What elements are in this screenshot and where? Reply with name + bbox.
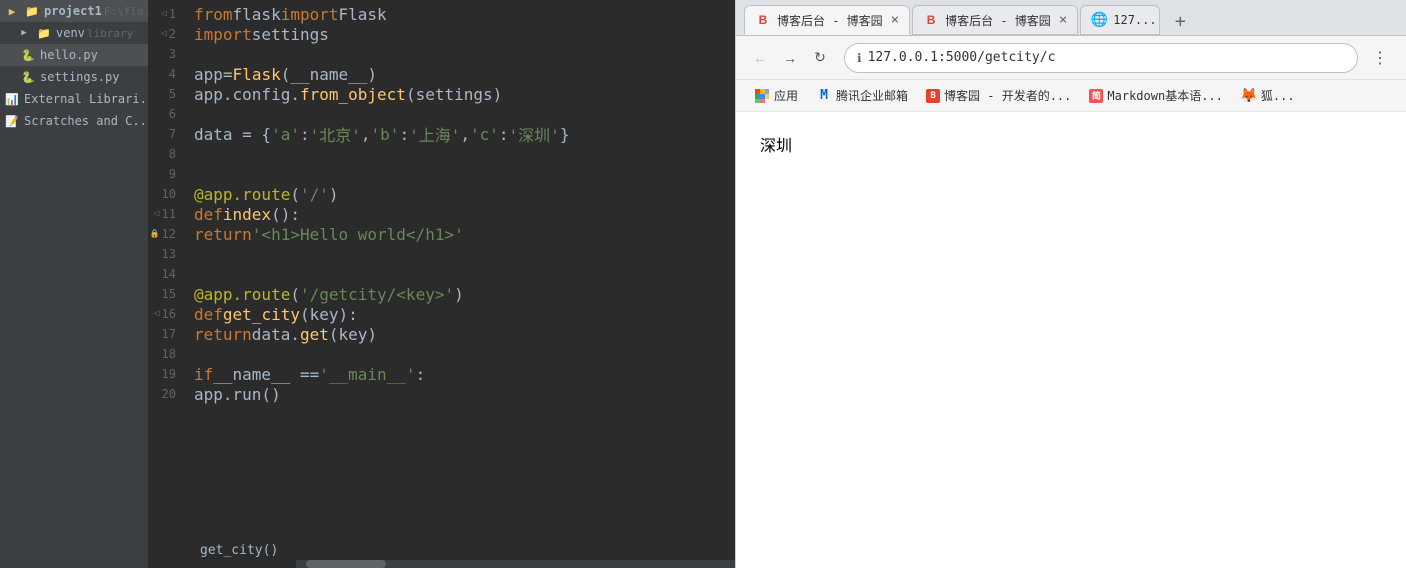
tab-3-favicon: 🌐 [1091, 12, 1107, 28]
tab-2-label: 博客后台 - 博客园 [945, 12, 1051, 29]
code-line-4: app = Flask(__name__) [194, 64, 735, 84]
bookmark-markdown[interactable]: 简 Markdown基本语... [1081, 84, 1230, 107]
code-line-11: def index(): [194, 204, 735, 224]
venv-label: venv [56, 26, 85, 40]
project-path: F:\fla... [104, 5, 148, 18]
code-lines: from flask import Flask import settings … [190, 0, 735, 568]
editor-area[interactable]: ◁1 ◁2 3 4 5 6 7 8 9 10 ◁11 🔒12 13 [148, 0, 735, 568]
code-line-18 [194, 344, 735, 364]
scrollbar-thumb[interactable] [306, 560, 386, 568]
ide-scrollbar[interactable] [296, 560, 735, 568]
venv-sub: library [87, 27, 133, 40]
fox-icon: 🦊 [1241, 88, 1257, 104]
hello-py-label: hello.py [40, 48, 98, 62]
forward-button[interactable]: → [776, 44, 804, 72]
menu-button[interactable]: ⋮ [1366, 44, 1394, 72]
code-line-5: app.config.from_object(settings) [194, 84, 735, 104]
lightbulb-icon: 💡 [190, 327, 191, 341]
bookmark-fox-label: 狐... [1261, 87, 1295, 104]
scratches-icon: 📝 [4, 113, 20, 129]
code-line-17: 💡 return data.get(key) [194, 324, 735, 344]
new-tab-button[interactable]: + [1166, 7, 1194, 35]
sidebar-item-settings-py[interactable]: 🐍 settings.py [0, 66, 148, 88]
sidebar-item-project[interactable]: ▶ 📁 project1 F:\fla... [0, 0, 148, 22]
sidebar-item-venv[interactable]: ▶ 📁 venv library [0, 22, 148, 44]
tab-1-close[interactable]: × [883, 12, 899, 28]
folder-icon: ▶ [4, 3, 20, 19]
bookmark-cnblogs-label: 博客园 - 开发者的... [944, 87, 1071, 104]
tab-2-favicon: B [923, 12, 939, 28]
code-line-7: data = {'a': '北京', 'b': '上海', 'c': '深圳'} [194, 124, 735, 144]
browser-toolbar: ← → ↻ ℹ 127.0.0.1:5000/getcity/c ⋮ [736, 36, 1406, 80]
browser-tab-2[interactable]: B 博客后台 - 博客园 × [912, 5, 1078, 35]
code-line-6 [194, 104, 735, 124]
bookmark-apps-label: 应用 [774, 87, 798, 104]
tab-1-label: 博客后台 - 博客园 [777, 12, 883, 29]
sidebar-item-hello-py[interactable]: 🐍 hello.py [0, 44, 148, 66]
code-line-14 [194, 264, 735, 284]
project-label: project1 [44, 4, 102, 18]
settings-file-icon: 🐍 [20, 69, 36, 85]
sidebar-item-ext-libs[interactable]: 📊 External Librari... [0, 88, 148, 110]
code-line-1: from flask import Flask [194, 4, 735, 24]
bookmark-markdown-label: Markdown基本语... [1107, 87, 1222, 104]
address-text: 127.0.0.1:5000/getcity/c [868, 50, 1056, 65]
browser-tab-1[interactable]: B 博客后台 - 博客园 × [744, 5, 910, 35]
address-bar[interactable]: ℹ 127.0.0.1:5000/getcity/c [844, 43, 1358, 73]
tencent-icon: M [816, 88, 832, 104]
markdown-icon: 简 [1089, 89, 1103, 103]
lock-icon: ℹ [857, 51, 862, 65]
bookmark-tencent-label: 腾讯企业邮箱 [836, 87, 908, 104]
page-content: 深圳 [760, 138, 792, 155]
refresh-button[interactable]: ↻ [806, 44, 834, 72]
code-line-19: ▶ if __name__ == '__main__': [194, 364, 735, 384]
browser-content: 深圳 [736, 112, 1406, 568]
code-line-15: @app.route('/getcity/<key>') [194, 284, 735, 304]
apps-grid-icon [754, 88, 770, 104]
ide-panel: ▶ 📁 project1 F:\fla... ▶ 📁 venv library … [0, 0, 735, 568]
code-line-16: def get_city(key): [194, 304, 735, 324]
browser-panel: B 博客后台 - 博客园 × B 博客后台 - 博客园 × 🌐 127... +… [735, 0, 1406, 568]
python-file-icon: 🐍 [20, 47, 36, 63]
browser-tabs: B 博客后台 - 博客园 × B 博客后台 - 博客园 × 🌐 127... + [736, 0, 1406, 36]
code-line-8 [194, 144, 735, 164]
tab-2-close[interactable]: × [1051, 12, 1067, 28]
sidebar: ▶ 📁 project1 F:\fla... ▶ 📁 venv library … [0, 0, 148, 568]
function-hint: get_city() [200, 543, 278, 558]
sidebar-item-scratches[interactable]: 📝 Scratches and C... [0, 110, 148, 132]
line-numbers: ◁1 ◁2 3 4 5 6 7 8 9 10 ◁11 🔒12 13 [148, 0, 190, 568]
code-line-20: app.run() [194, 384, 735, 404]
bookmarks-bar: 应用 M 腾讯企业邮箱 B 博客园 - 开发者的... 简 Markdown基本… [736, 80, 1406, 112]
browser-tab-3[interactable]: 🌐 127... [1080, 5, 1160, 35]
code-line-10: @app.route('/') [194, 184, 735, 204]
bookmark-cnblogs[interactable]: B 博客园 - 开发者的... [918, 84, 1079, 107]
venv-folder-icon: 📁 [36, 25, 52, 41]
project-folder-icon: 📁 [24, 3, 40, 19]
code-line-3 [194, 44, 735, 64]
cnblogs-icon: B [926, 89, 940, 103]
code-line-9 [194, 164, 735, 184]
code-line-2: import settings [194, 24, 735, 44]
code-line-13 [194, 244, 735, 264]
ext-libs-icon: 📊 [4, 91, 20, 107]
bookmark-tencent[interactable]: M 腾讯企业邮箱 [808, 84, 916, 107]
code-line-12: return '<h1>Hello world</h1>' [194, 224, 735, 244]
code-container: ◁1 ◁2 3 4 5 6 7 8 9 10 ◁11 🔒12 13 [148, 0, 735, 568]
back-button[interactable]: ← [746, 44, 774, 72]
tab-3-label: 127... [1113, 13, 1156, 27]
tab-1-favicon: B [755, 12, 771, 28]
arrow-right-icon: ▶ [16, 25, 32, 41]
scratches-label: Scratches and C... [24, 114, 148, 128]
settings-py-label: settings.py [40, 70, 119, 84]
bookmark-fox[interactable]: 🦊 狐... [1233, 84, 1303, 107]
bookmark-apps[interactable]: 应用 [746, 84, 806, 107]
ext-libs-label: External Librari... [24, 92, 148, 106]
